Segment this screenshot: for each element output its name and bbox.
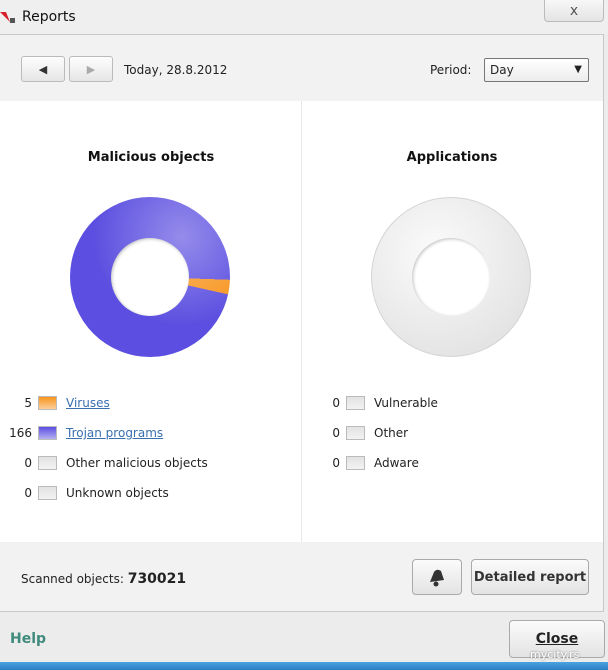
notifications-button[interactable] <box>412 559 462 595</box>
next-period-button[interactable]: ▶ <box>69 56 113 82</box>
window-close-button[interactable]: x <box>544 0 604 22</box>
detailed-report-button[interactable]: Detailed report <box>471 559 589 595</box>
legend-item: 0 Other malicious objects <box>6 453 208 473</box>
legend-count: 0 <box>24 456 32 470</box>
legend-item: 0 Vulnerable <box>314 393 438 413</box>
legend-link[interactable]: Viruses <box>66 396 110 410</box>
legend-label: Unknown objects <box>66 486 169 500</box>
legend-swatch <box>38 426 57 440</box>
donut-hole <box>111 238 189 316</box>
arrow-left-icon: ◀ <box>38 62 48 76</box>
taskbar-strip <box>0 662 608 670</box>
legend-count: 0 <box>332 426 340 440</box>
legend-swatch <box>346 456 365 470</box>
chevron-down-icon: ▼ <box>574 64 582 75</box>
legend-item: 5 Viruses <box>6 393 208 413</box>
app-logo-icon <box>0 12 15 23</box>
legend-count: 0 <box>24 486 32 500</box>
scanned-objects: Scanned objects: 730021 <box>21 571 186 587</box>
period-value: Day <box>490 63 514 77</box>
legend-item: 0 Unknown objects <box>6 483 208 503</box>
legend-swatch <box>346 426 365 440</box>
legend-count: 0 <box>332 456 340 470</box>
legend-item: 0 Other <box>314 423 438 443</box>
legend-item: 0 Adware <box>314 453 438 473</box>
period-select[interactable]: Day ▼ <box>484 58 589 82</box>
malicious-objects-title: Malicious objects <box>87 150 215 165</box>
period-label: Period: <box>430 63 472 77</box>
legend-label: Vulnerable <box>374 396 438 410</box>
panel-divider <box>301 101 302 542</box>
bell-icon <box>430 569 444 587</box>
malicious-legend: 5 Viruses 166 Trojan programs 0 Other malicio… <box>6 393 208 513</box>
current-date: Today, 28.8.2012 <box>124 63 228 77</box>
title-bar <box>0 0 608 34</box>
legend-count: 166 <box>9 426 32 440</box>
applications-legend: 0 Vulnerable 0 Other 0 Adware <box>314 393 438 483</box>
applications-donut-chart <box>371 197 531 357</box>
legend-link[interactable]: Trojan programs <box>66 426 163 440</box>
scanned-label: Scanned objects: <box>21 572 124 586</box>
legend-item: 166 Trojan programs <box>6 423 208 443</box>
legend-label: Other <box>374 426 409 440</box>
malicious-objects-donut-chart <box>70 197 230 357</box>
scanned-count: 730021 <box>127 571 187 587</box>
previous-period-button[interactable]: ◀ <box>21 56 65 82</box>
legend-swatch <box>38 396 57 410</box>
donut-hole <box>412 238 490 316</box>
help-link[interactable]: Help <box>10 631 46 647</box>
legend-swatch <box>38 456 57 470</box>
window-title: Reports <box>22 9 76 25</box>
legend-swatch <box>38 486 57 500</box>
arrow-right-icon: ▶ <box>86 62 96 76</box>
legend-swatch <box>346 396 365 410</box>
applications-title: Applications <box>406 150 498 165</box>
legend-label: Other malicious objects <box>66 456 208 470</box>
watermark: mycity.rs <box>530 648 580 661</box>
legend-count: 5 <box>24 396 32 410</box>
legend-label: Adware <box>374 456 419 470</box>
legend-count: 0 <box>332 396 340 410</box>
